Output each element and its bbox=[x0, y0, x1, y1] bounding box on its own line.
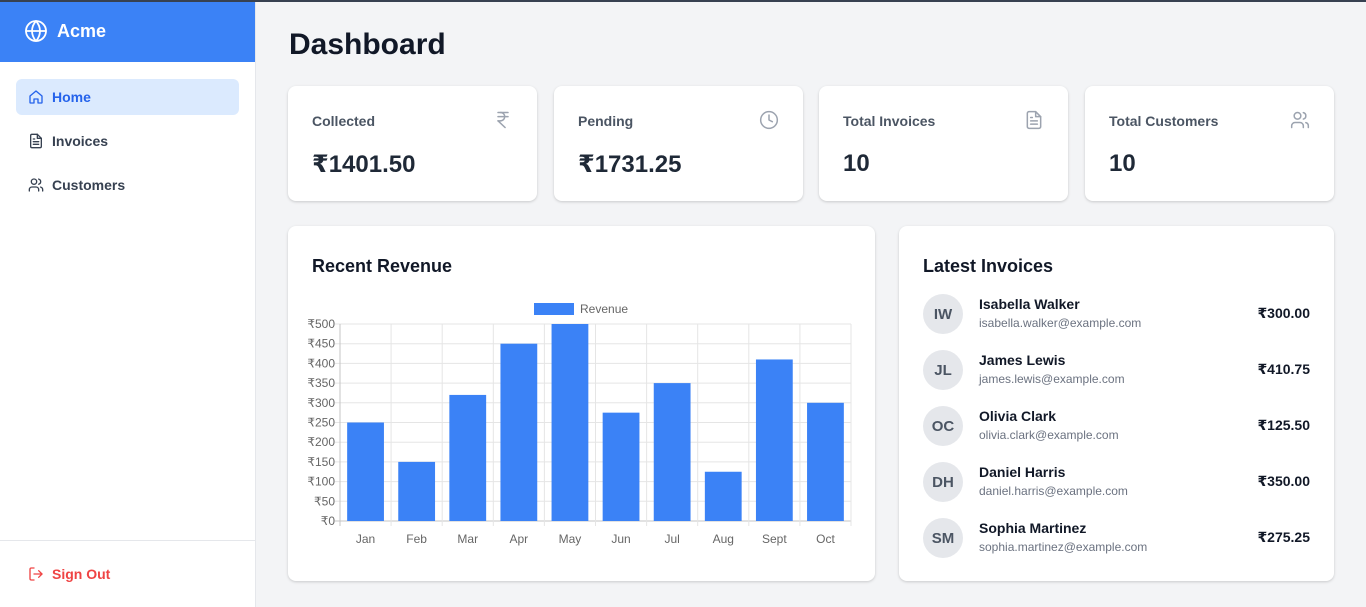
customer-email: daniel.harris@example.com bbox=[979, 484, 1128, 498]
chart-bar bbox=[704, 471, 742, 521]
chart-bar bbox=[551, 324, 589, 521]
users-icon bbox=[1290, 111, 1310, 129]
brand-header[interactable]: Acme bbox=[0, 0, 255, 62]
sidebar-footer: Sign Out bbox=[0, 540, 256, 607]
stat-value: ₹1731.25 bbox=[578, 151, 682, 178]
chart-ytick-label: ₹0 bbox=[321, 514, 336, 528]
chart-ytick-label: ₹200 bbox=[307, 435, 335, 449]
latest-invoices-card: Latest Invoices IW Isabella Walker isabe… bbox=[899, 226, 1334, 581]
sidebar-item-home[interactable]: Home bbox=[16, 79, 239, 115]
chart-legend-swatch bbox=[534, 303, 574, 315]
document-icon bbox=[1026, 110, 1042, 130]
invoice-amount: ₹125.50 bbox=[1257, 417, 1310, 433]
chart-ytick-label: ₹300 bbox=[307, 396, 335, 410]
chart-bar bbox=[449, 394, 487, 521]
chart-ytick-label: ₹400 bbox=[307, 356, 335, 370]
invoice-amount: ₹275.25 bbox=[1257, 529, 1310, 545]
customer-email: james.lewis@example.com bbox=[979, 372, 1125, 386]
invoice-amount: ₹410.75 bbox=[1257, 361, 1310, 377]
sidebar-nav: Home Invoices Customers bbox=[0, 62, 255, 203]
chart-bar bbox=[755, 359, 793, 521]
chart-ytick-label: ₹350 bbox=[307, 376, 335, 390]
chart-xtick-label: Feb bbox=[406, 532, 427, 546]
chart-bar bbox=[500, 343, 538, 521]
logout-icon bbox=[29, 567, 43, 581]
avatar: JL bbox=[923, 350, 963, 390]
chart-bar bbox=[653, 383, 691, 521]
users-icon bbox=[28, 178, 44, 192]
stat-card-collected: Collected ₹1401.50 bbox=[288, 86, 537, 201]
invoice-row[interactable]: JL James Lewis james.lewis@example.com ₹… bbox=[923, 350, 1310, 390]
stat-card-total-customers: Total Customers 10 bbox=[1085, 86, 1334, 201]
chart-ytick-label: ₹250 bbox=[307, 416, 335, 430]
invoice-row[interactable]: OC Olivia Clark olivia.clark@example.com… bbox=[923, 406, 1310, 446]
invoice-amount: ₹350.00 bbox=[1257, 473, 1310, 489]
customer-email: sophia.martinez@example.com bbox=[979, 540, 1148, 554]
chart-ytick-label: ₹50 bbox=[314, 494, 335, 508]
sign-out-label: Sign Out bbox=[52, 566, 111, 582]
recent-revenue-card: Recent Revenue ₹0 ₹50 ₹100 ₹150 ₹200 ₹250 ₹300… bbox=[288, 226, 875, 581]
document-icon bbox=[30, 133, 42, 149]
chart-xtick-label: Jan bbox=[356, 532, 375, 546]
card-title: Latest Invoices bbox=[923, 256, 1054, 276]
sign-out-button[interactable]: Sign Out bbox=[28, 566, 110, 582]
chart-ytick-label: ₹150 bbox=[307, 455, 335, 469]
stat-card-total-invoices: Total Invoices 10 bbox=[819, 86, 1068, 201]
customer-name: Olivia Clark bbox=[979, 408, 1057, 424]
customer-name: Sophia Martinez bbox=[979, 520, 1087, 536]
chart-xtick-label: Jul bbox=[664, 532, 679, 546]
invoice-row[interactable]: IW Isabella Walker isabella.walker@examp… bbox=[923, 294, 1310, 334]
customer-name: Isabella Walker bbox=[979, 296, 1080, 312]
chart-ytick-label: ₹100 bbox=[307, 475, 335, 489]
invoice-amount: ₹300.00 bbox=[1257, 305, 1310, 321]
chart-xtick-label: Sept bbox=[762, 532, 787, 546]
avatar: OC bbox=[923, 406, 963, 446]
globe-icon bbox=[25, 20, 47, 42]
chart-bar bbox=[807, 402, 844, 521]
customer-email: isabella.walker@example.com bbox=[979, 316, 1142, 330]
chart-xtick-label: Jun bbox=[611, 532, 630, 546]
customer-email: olivia.clark@example.com bbox=[979, 428, 1119, 442]
chart-ytick-label: ₹500 bbox=[307, 317, 335, 331]
avatar: IW bbox=[923, 294, 963, 334]
revenue-chart: ₹0 ₹50 ₹100 ₹150 ₹200 ₹250 ₹300 ₹350 ₹400 ₹450 ₹50… bbox=[307, 302, 852, 546]
chart-ytick-label: ₹450 bbox=[307, 337, 335, 351]
chart-bar bbox=[602, 412, 640, 521]
stat-label: Collected bbox=[312, 113, 376, 129]
chart-xtick-label: May bbox=[559, 532, 582, 546]
sidebar: Acme Home Invoices Customers Sign Out bbox=[0, 0, 256, 607]
chart-xtick-label: Oct bbox=[816, 532, 835, 546]
rupee-icon bbox=[497, 111, 509, 129]
chart-bar bbox=[398, 461, 436, 521]
stat-value: 10 bbox=[843, 150, 870, 177]
customer-name: James Lewis bbox=[979, 352, 1066, 368]
stat-label: Pending bbox=[578, 113, 634, 129]
chart-xtick-label: Apr bbox=[510, 532, 529, 546]
stat-value: ₹1401.50 bbox=[312, 151, 416, 178]
invoice-row[interactable]: DH Daniel Harris daniel.harris@example.c… bbox=[923, 462, 1310, 502]
sidebar-item-customers[interactable]: Customers bbox=[16, 167, 239, 203]
page-title: Dashboard bbox=[289, 28, 446, 61]
stat-card-pending: Pending ₹1731.25 bbox=[554, 86, 803, 201]
brand-name: Acme bbox=[57, 20, 107, 41]
window-top-border bbox=[0, 0, 1366, 2]
chart-legend-label: Revenue bbox=[580, 302, 628, 316]
stat-value: 10 bbox=[1109, 150, 1136, 177]
chart-bar bbox=[347, 422, 384, 521]
clock-icon bbox=[759, 110, 779, 130]
chart-xtick-label: Aug bbox=[713, 532, 734, 546]
stat-label: Total Customers bbox=[1109, 113, 1219, 129]
sidebar-item-label: Customers bbox=[52, 177, 126, 193]
sidebar-item-label: Home bbox=[52, 89, 91, 105]
sidebar-item-invoices[interactable]: Invoices bbox=[16, 123, 239, 159]
chart-xtick-label: Mar bbox=[457, 532, 478, 546]
avatar: DH bbox=[923, 462, 963, 502]
invoice-row[interactable]: SM Sophia Martinez sophia.martinez@examp… bbox=[923, 518, 1310, 558]
customer-name: Daniel Harris bbox=[979, 464, 1066, 480]
home-icon bbox=[29, 90, 43, 104]
stat-label: Total Invoices bbox=[843, 113, 936, 129]
sidebar-item-label: Invoices bbox=[52, 133, 109, 149]
avatar: SM bbox=[923, 518, 963, 558]
